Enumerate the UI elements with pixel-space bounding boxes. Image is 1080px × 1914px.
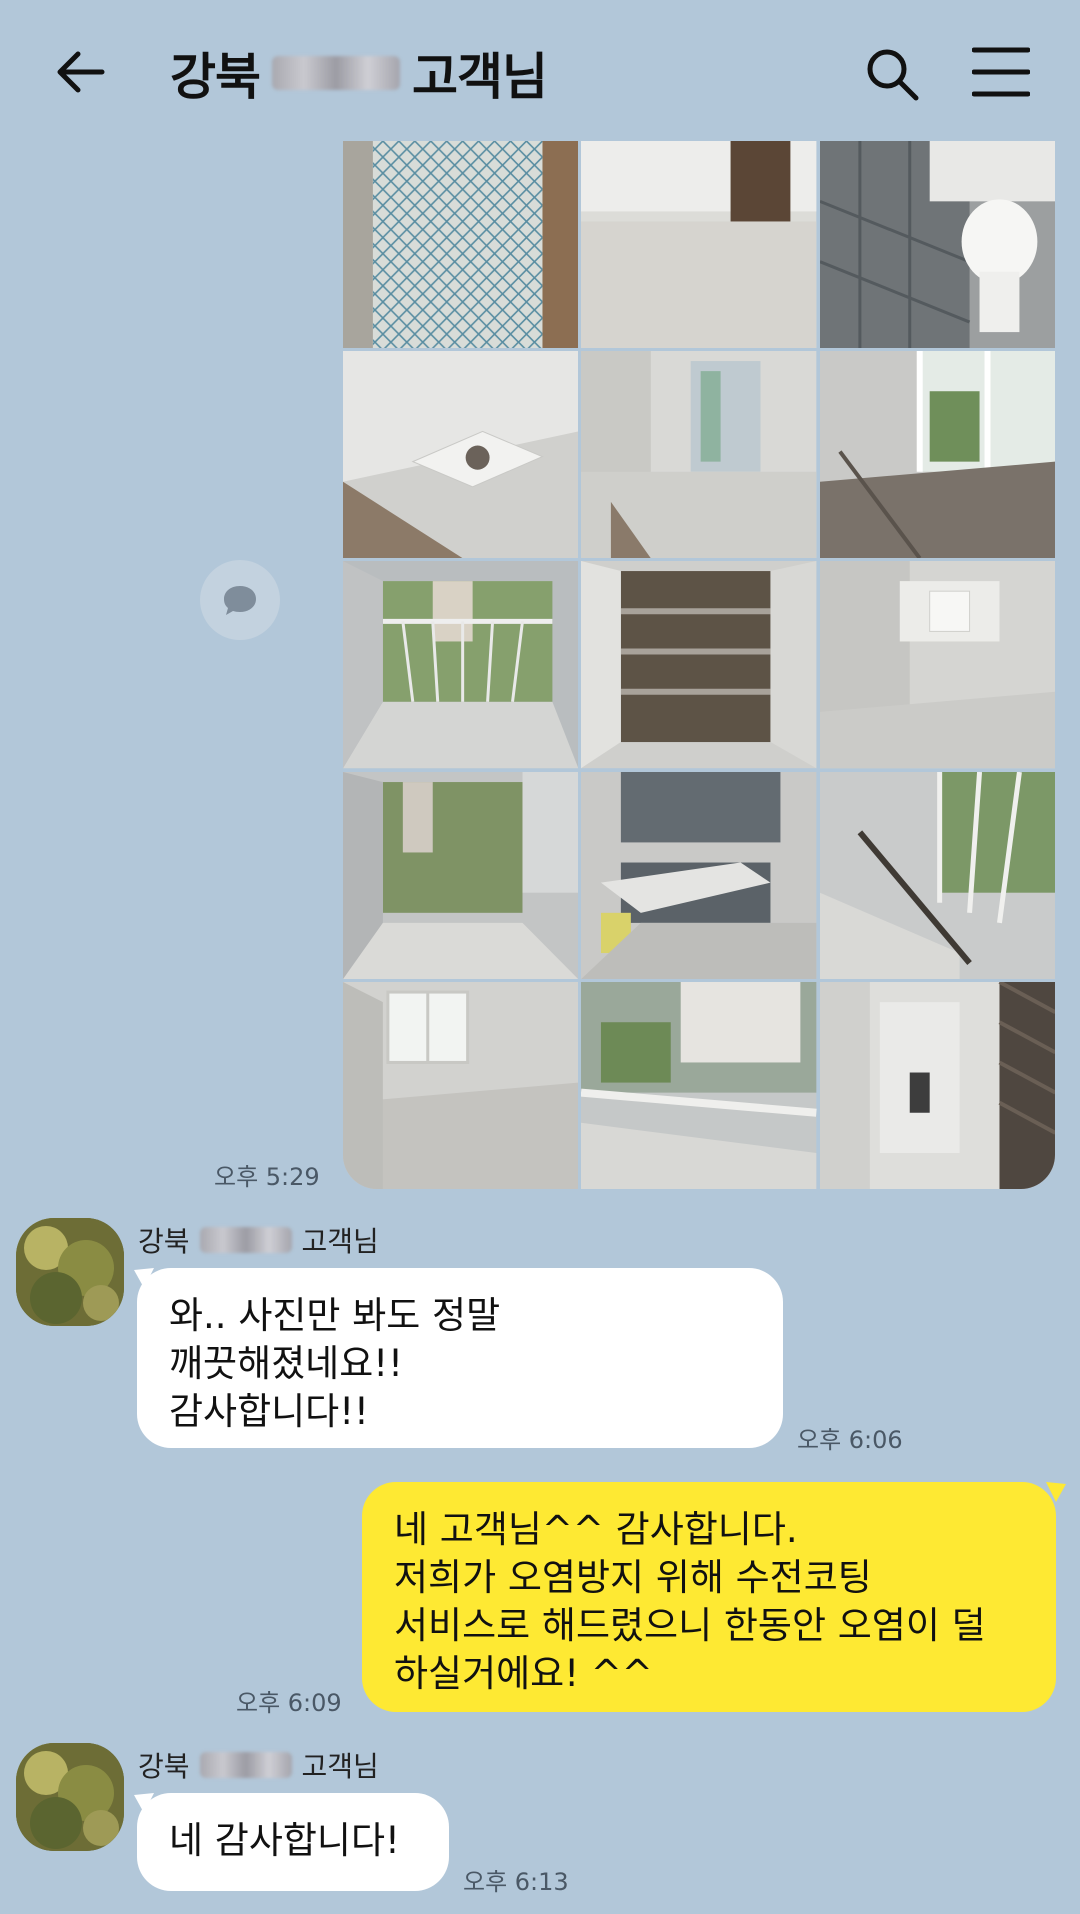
photo-empty-room-window[interactable] [819,561,1055,769]
speech-bubble-icon [224,586,256,615]
avatar[interactable] [16,1218,124,1326]
bubble-tail [1046,1482,1066,1502]
message-line: 네 감사합니다! [169,1819,400,1862]
photo-room-window[interactable] [343,981,579,1189]
search-button[interactable] [862,44,922,104]
message-bubble[interactable]: 네 감사합니다! [137,1793,449,1891]
message-time: 오후 5:29 [214,1163,320,1191]
photo-bathroom-toilet[interactable] [819,141,1055,349]
message-line: 와.. 사진만 봐도 정말 [169,1294,501,1337]
message-bubble-sent[interactable]: 네 고객님^^ 감사합니다. 저희가 오염방지 위해 수전코팅 서비스로 해드렸… [362,1482,1056,1712]
message-bubble[interactable]: 와.. 사진만 봐도 정말 깨끗해졌네요!! 감사합니다!! [137,1268,783,1448]
sender-name: 강북 고객님 [138,1220,379,1260]
chat-title: 강북 고객님 [170,38,548,108]
photo-tiled-floor[interactable] [343,141,579,349]
chat-title-suffix: 고객님 [412,49,548,105]
message-time: 오후 6:13 [463,1868,569,1896]
sender-name: 강북 고객님 [138,1745,379,1785]
photo-room-balcony-door[interactable] [581,351,817,559]
sender-name-suffix: 고객님 [301,1750,379,1783]
redacted-name [272,56,400,90]
photo-hallway[interactable] [819,981,1055,1189]
share-button[interactable] [200,560,280,640]
photo-balcony-trees[interactable] [343,771,579,979]
sender-name-suffix: 고객님 [301,1225,379,1258]
chat-title-prefix: 강북 [170,49,261,105]
sender-name-prefix: 강북 [138,1225,190,1258]
photo-balcony-apartments[interactable] [581,981,817,1189]
arrow-left-icon [57,51,105,93]
message-line: 네 고객님^^ 감사합니다. [394,1508,798,1551]
photo-kitchen[interactable] [581,771,817,979]
message-line: 깨끗해졌네요!! [169,1342,403,1385]
photo-shoe-cabinet[interactable] [581,561,817,769]
photo-room-floor[interactable] [581,141,817,349]
message-line: 감사합니다!! [169,1390,369,1433]
redacted-name [199,1752,292,1778]
photo-room-window-corner[interactable] [819,351,1055,559]
chat-header: 강북 고객님 [0,0,1080,140]
photo-ceiling-vent[interactable] [343,351,579,559]
redacted-name [199,1227,292,1253]
photo-balcony-railing[interactable] [819,771,1055,979]
message-time: 오후 6:09 [236,1689,342,1717]
menu-button[interactable] [971,44,1031,100]
back-button[interactable] [52,42,112,102]
sender-name-prefix: 강북 [138,1750,190,1783]
photo-balcony-view[interactable] [343,561,579,769]
message-line: 저희가 오염방지 위해 수전코팅 [394,1556,872,1599]
message-line: 하실거에요! ^^ [394,1652,653,1695]
hamburger-menu-icon [971,47,1031,97]
photo-album[interactable] [343,141,1055,1189]
message-line: 서비스로 해드렸으니 한동안 오염이 덜 [394,1604,986,1647]
message-time: 오후 6:06 [797,1426,903,1454]
avatar[interactable] [16,1743,124,1851]
search-icon [867,49,919,101]
